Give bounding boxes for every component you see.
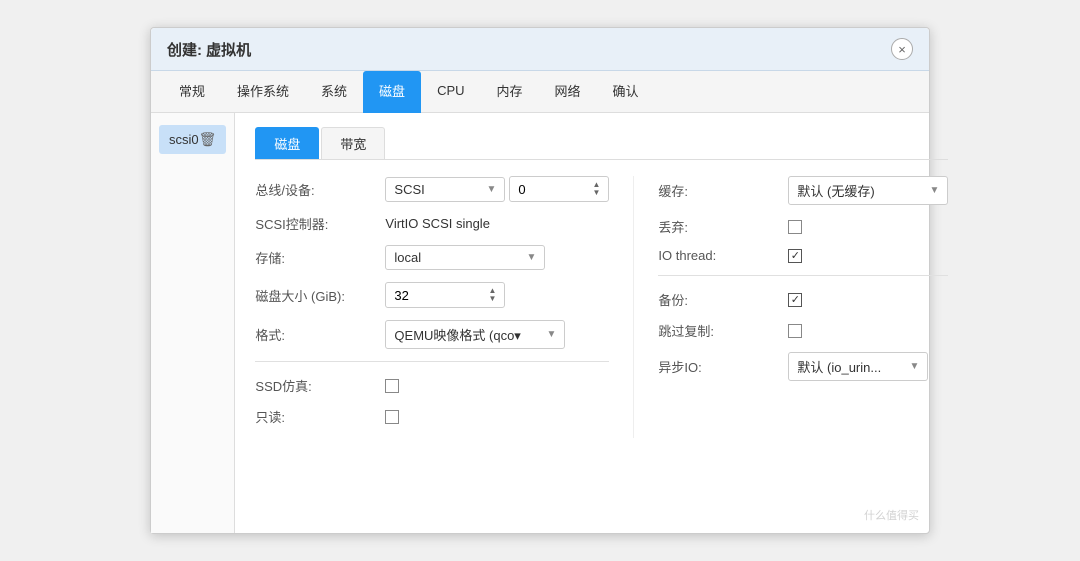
tab-memory[interactable]: 内存: [481, 71, 539, 113]
ssd-value-group: [385, 379, 609, 393]
dialog-header: 创建: 虚拟机 ×: [151, 28, 929, 71]
backup-label: 备份:: [658, 290, 788, 309]
readonly-label: 只读:: [255, 407, 385, 426]
disk-size-down-icon[interactable]: ▼: [488, 295, 496, 303]
tab-system[interactable]: 系统: [305, 71, 363, 113]
disk-size-arrows[interactable]: ▲ ▼: [488, 287, 496, 303]
cache-row: 缓存: 默认 (无缓存) ▼: [658, 176, 948, 205]
async-io-select[interactable]: 默认 (io_urin... ▼: [788, 352, 928, 381]
sub-tab-bandwidth[interactable]: 带宽: [321, 127, 385, 159]
create-vm-dialog: 创建: 虚拟机 × 常规 操作系统 系统 磁盘 CPU 内存 网络 确认 scs…: [150, 27, 930, 534]
tab-os[interactable]: 操作系统: [221, 71, 305, 113]
tab-cpu[interactable]: CPU: [421, 73, 480, 111]
ssd-row: SSD仿真:: [255, 376, 609, 395]
scsi-value-group: VirtIO SCSI single: [385, 216, 609, 231]
tab-network[interactable]: 网络: [539, 71, 597, 113]
discard-checkbox[interactable]: [788, 220, 802, 234]
delete-disk-icon[interactable]: 🗑: [199, 131, 217, 148]
cache-chevron-icon: ▼: [930, 185, 940, 196]
skip-replication-label: 跳过复制:: [658, 321, 788, 340]
async-io-value-group: 默认 (io_urin... ▼: [788, 352, 948, 381]
storage-value-group: local ▼: [385, 245, 609, 270]
discard-row: 丢弃:: [658, 217, 948, 236]
iothread-checkbox[interactable]: [788, 249, 802, 263]
storage-select[interactable]: local ▼: [385, 245, 545, 270]
cache-label: 缓存:: [658, 181, 788, 200]
sidebar-item-label: scsi0: [169, 132, 199, 147]
skip-replication-value-group: [788, 324, 948, 338]
bus-value-group: SCSI ▼ 0 ▲ ▼: [385, 176, 609, 202]
backup-checkbox[interactable]: [788, 293, 802, 307]
format-select[interactable]: QEMU映像格式 (qco▾ ▼: [385, 320, 565, 349]
device-num-spinner[interactable]: 0 ▲ ▼: [509, 176, 609, 202]
form-left: 总线/设备: SCSI ▼ 0 ▲ ▼: [255, 176, 634, 438]
tab-general[interactable]: 常规: [163, 71, 221, 113]
disk-size-value-group: 32 ▲ ▼: [385, 282, 609, 308]
bus-select-chevron-icon: ▼: [487, 184, 497, 195]
disk-size-label: 磁盘大小 (GiB):: [255, 286, 385, 305]
backup-row: 备份:: [658, 290, 948, 309]
form-right: 缓存: 默认 (无缓存) ▼ 丢弃:: [634, 176, 948, 438]
scsi-label: SCSI控制器:: [255, 214, 385, 233]
async-io-row: 异步IO: 默认 (io_urin... ▼: [658, 352, 948, 381]
close-button[interactable]: ×: [891, 38, 913, 60]
form-section: 总线/设备: SCSI ▼ 0 ▲ ▼: [255, 176, 948, 438]
tabs-nav: 常规 操作系统 系统 磁盘 CPU 内存 网络 确认: [151, 71, 929, 113]
spinner-down-icon[interactable]: ▼: [592, 189, 600, 197]
async-io-chevron-icon: ▼: [910, 361, 920, 372]
disk-size-spinner[interactable]: 32 ▲ ▼: [385, 282, 505, 308]
storage-row: 存储: local ▼: [255, 245, 609, 270]
async-io-label: 异步IO:: [658, 357, 788, 376]
ssd-checkbox[interactable]: [385, 379, 399, 393]
form-divider: [255, 361, 609, 362]
format-value-group: QEMU映像格式 (qco▾ ▼: [385, 320, 609, 349]
readonly-row: 只读:: [255, 407, 609, 426]
skip-replication-row: 跳过复制:: [658, 321, 948, 340]
readonly-value-group: [385, 410, 609, 424]
sidebar-item-scsi0[interactable]: scsi0 🗑: [159, 125, 226, 154]
storage-label: 存储:: [255, 248, 385, 267]
sub-tab-disk[interactable]: 磁盘: [255, 127, 319, 159]
bus-label: 总线/设备:: [255, 180, 385, 199]
disk-size-row: 磁盘大小 (GiB): 32 ▲ ▼: [255, 282, 609, 308]
iothread-label: IO thread:: [658, 248, 788, 263]
sidebar: scsi0 🗑: [151, 113, 235, 533]
bus-select[interactable]: SCSI ▼: [385, 177, 505, 202]
device-spinner-arrows[interactable]: ▲ ▼: [592, 181, 600, 197]
skip-replication-checkbox[interactable]: [788, 324, 802, 338]
readonly-checkbox[interactable]: [385, 410, 399, 424]
scsi-row: SCSI控制器: VirtIO SCSI single: [255, 214, 609, 233]
format-label: 格式:: [255, 325, 385, 344]
backup-value-group: [788, 293, 948, 307]
dialog-title: 创建: 虚拟机: [167, 39, 251, 60]
storage-chevron-icon: ▼: [527, 252, 537, 263]
form-right-divider: [658, 275, 948, 276]
dialog-body: scsi0 🗑 磁盘 带宽 总线/设备:: [151, 113, 929, 533]
iothread-value-group: [788, 249, 948, 263]
tab-confirm[interactable]: 确认: [597, 71, 655, 113]
discard-label: 丢弃:: [658, 217, 788, 236]
cache-value-group: 默认 (无缓存) ▼: [788, 176, 948, 205]
sub-tabs: 磁盘 带宽: [255, 127, 948, 160]
cache-select[interactable]: 默认 (无缓存) ▼: [788, 176, 948, 205]
content-area: 磁盘 带宽 总线/设备: SCSI ▼: [235, 113, 968, 533]
format-row: 格式: QEMU映像格式 (qco▾ ▼: [255, 320, 609, 349]
scsi-value: VirtIO SCSI single: [385, 216, 490, 231]
discard-value-group: [788, 220, 948, 234]
tab-disk[interactable]: 磁盘: [363, 71, 421, 113]
ssd-label: SSD仿真:: [255, 376, 385, 395]
iothread-row: IO thread:: [658, 248, 948, 263]
bus-row: 总线/设备: SCSI ▼ 0 ▲ ▼: [255, 176, 609, 202]
format-chevron-icon: ▼: [547, 329, 557, 340]
